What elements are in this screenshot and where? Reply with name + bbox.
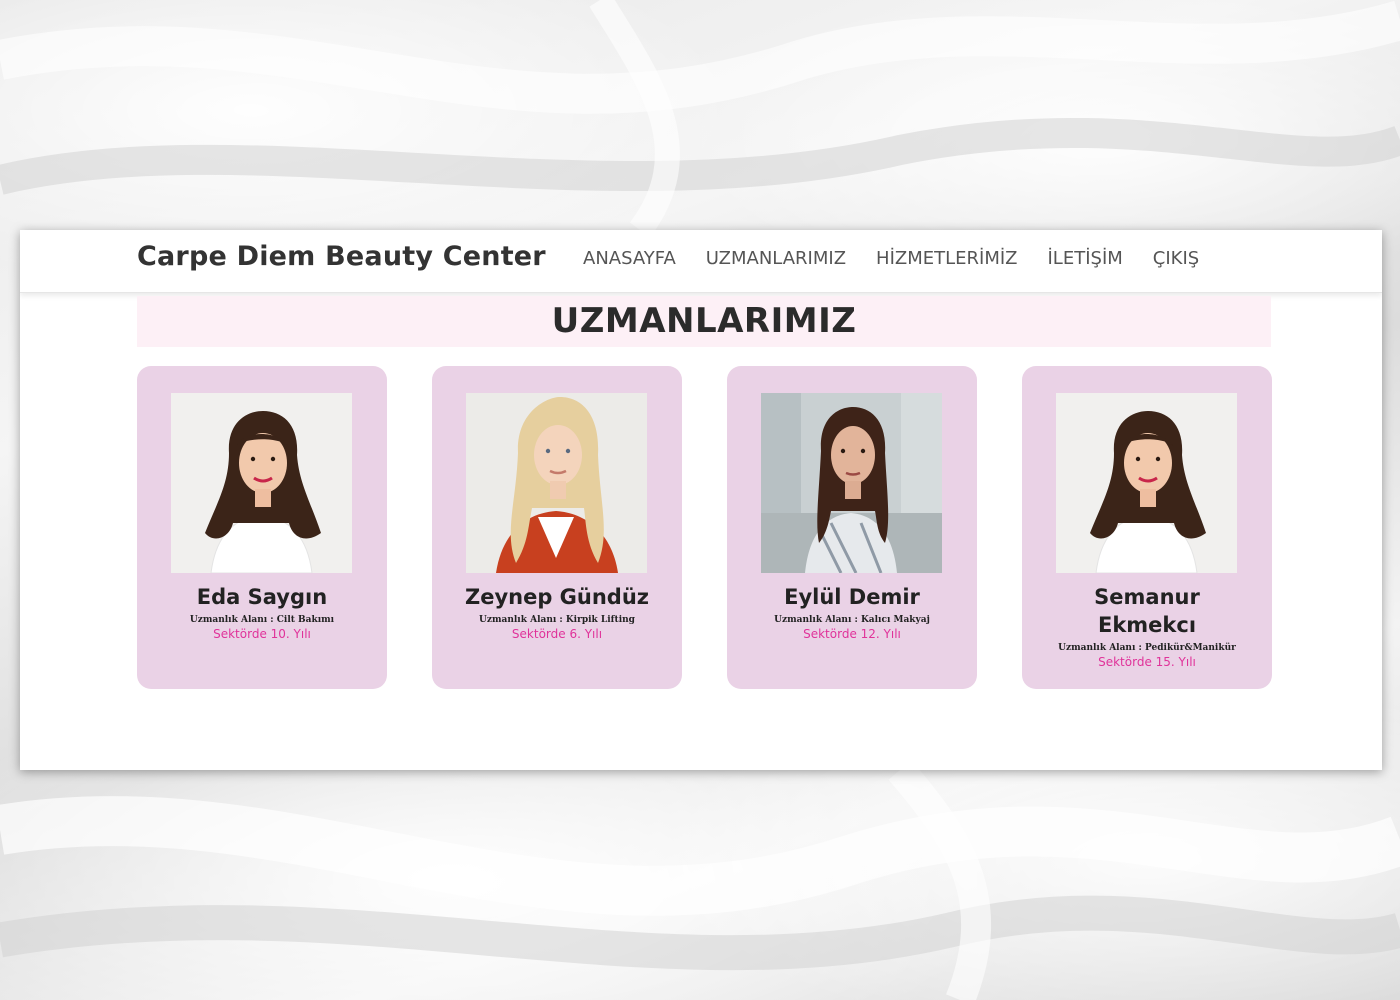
expert-name: Zeynep Gündüz <box>464 585 650 609</box>
portrait-icon <box>466 393 647 573</box>
nav-link-cikis[interactable]: ÇIKIŞ <box>1153 248 1199 269</box>
expert-specialty: Uzmanlık Alanı : Pedikür&Manikür <box>1058 643 1236 653</box>
expert-info: Uzmanlık Alanı : Kalıcı Makyaj Sektörde … <box>727 614 977 642</box>
expert-info: Uzmanlık Alanı : Cilt Bakımı Sektörde 10… <box>137 614 387 642</box>
expert-specialty: Uzmanlık Alanı : Cilt Bakımı <box>189 615 335 625</box>
expert-card: Zeynep Gündüz Uzmanlık Alanı : Kirpik Li… <box>432 366 682 689</box>
expert-specialty: Uzmanlık Alanı : Kirpik Lifting <box>479 615 635 625</box>
nav-link-hizmetlerimiz[interactable]: HİZMETLERİMİZ <box>876 248 1017 269</box>
site-brand[interactable]: Carpe Diem Beauty Center <box>137 241 546 272</box>
expert-years: Sektörde 15. Yılı <box>1098 655 1196 669</box>
expert-card: Semanur Ekmekcı Uzmanlık Alanı : Pedikür… <box>1022 366 1272 689</box>
expert-name: Semanur Ekmekcı <box>1094 585 1200 637</box>
expert-years: Sektörde 10. Yılı <box>213 627 311 641</box>
top-navbar: Carpe Diem Beauty Center ANASAYFA UZMANL… <box>20 230 1382 293</box>
nav-link-iletisim[interactable]: İLETİŞİM <box>1048 248 1123 269</box>
expert-card: Eylül Demir Uzmanlık Alanı : Kalıcı Maky… <box>727 366 977 689</box>
section-title: UZMANLARIMIZ <box>551 301 857 341</box>
expert-photo <box>171 393 352 573</box>
nav-links: ANASAYFA UZMANLARIMIZ HİZMETLERİMİZ İLET… <box>583 248 1229 269</box>
portrait-icon <box>761 393 942 573</box>
nav-link-uzmanlarimiz[interactable]: UZMANLARIMIZ <box>706 248 846 269</box>
browser-window: Carpe Diem Beauty Center ANASAYFA UZMANL… <box>20 230 1382 770</box>
nav-link-anasayfa[interactable]: ANASAYFA <box>583 248 676 269</box>
expert-specialty: Uzmanlık Alanı : Kalıcı Makyaj <box>774 615 930 625</box>
expert-cards: Eda Saygın Uzmanlık Alanı : Cilt Bakımı … <box>137 366 1272 689</box>
expert-years: Sektörde 6. Yılı <box>511 627 603 641</box>
expert-photo <box>761 393 942 573</box>
expert-name: Eda Saygın <box>196 585 328 609</box>
expert-info: Uzmanlık Alanı : Pedikür&Manikür Sektörd… <box>1022 642 1272 670</box>
portrait-icon <box>1056 393 1237 573</box>
expert-photo <box>466 393 647 573</box>
expert-photo <box>1056 393 1237 573</box>
expert-name: Eylül Demir <box>784 585 920 609</box>
portrait-icon <box>171 393 352 573</box>
expert-card: Eda Saygın Uzmanlık Alanı : Cilt Bakımı … <box>137 366 387 689</box>
section-banner: UZMANLARIMIZ <box>137 296 1271 347</box>
expert-info: Uzmanlık Alanı : Kirpik Lifting Sektörde… <box>432 614 682 642</box>
expert-years: Sektörde 12. Yılı <box>803 627 901 641</box>
